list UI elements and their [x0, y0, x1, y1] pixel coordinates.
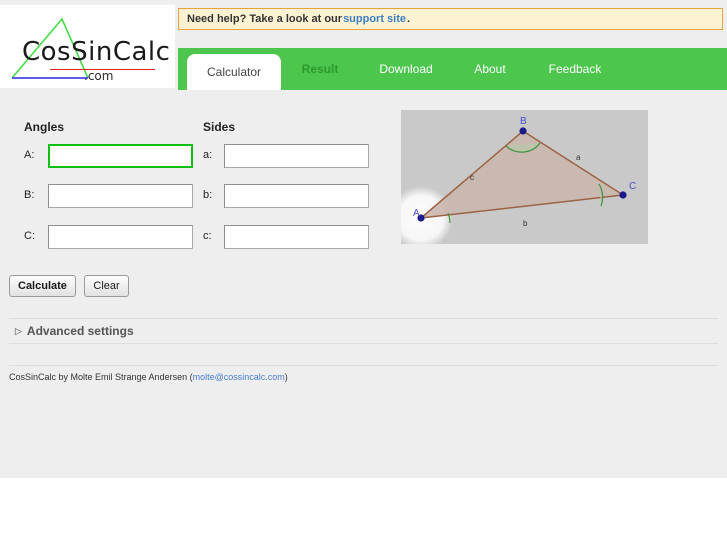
- side-b-label: b:: [203, 189, 213, 201]
- angle-a-input[interactable]: [48, 144, 193, 168]
- footer-credit-suffix: ): [284, 372, 288, 382]
- advanced-settings-label: Advanced settings: [26, 324, 134, 338]
- side-b-label: b: [523, 219, 528, 228]
- vertex-b-label: B: [520, 116, 527, 127]
- clear-button[interactable]: Clear: [84, 275, 129, 297]
- triangle-diagram-svg: A B C a b c: [401, 116, 636, 244]
- chevron-right-icon: ▷: [15, 325, 22, 336]
- angle-c-input[interactable]: [48, 225, 193, 249]
- help-banner-text: Need help? Take a look at our: [187, 13, 343, 25]
- site-logo[interactable]: CosSinCalc .com: [0, 5, 175, 88]
- tab-about[interactable]: About: [455, 48, 525, 90]
- logo-domain-suffix: .com: [84, 69, 114, 83]
- angle-b-label: B:: [24, 189, 35, 201]
- side-a-label: a: [576, 153, 581, 162]
- side-c-input[interactable]: [224, 225, 369, 249]
- support-site-link[interactable]: support site: [343, 13, 406, 25]
- triangle-shape: [418, 130, 626, 220]
- side-c-label: c:: [203, 230, 212, 242]
- footer-credit-text: CosSinCalc by Molte Emil Strange Anderse…: [9, 372, 193, 382]
- calculate-button[interactable]: Calculate: [9, 275, 76, 297]
- tab-bar: Calculator Result Download About Feedbac…: [178, 48, 727, 90]
- triangle-diagram: A B C a b c: [401, 110, 648, 244]
- page-root: CosSinCalc .com Need help? Take a look a…: [0, 0, 727, 545]
- vertex-b-dot[interactable]: [519, 127, 527, 135]
- triangle-input-form: Angles Sides A: B: C: a: b: c:: [0, 100, 400, 265]
- vertex-c-dot[interactable]: [619, 191, 627, 199]
- logo-wordmark: CosSinCalc: [22, 37, 171, 67]
- site-footer: CosSinCalc by Molte Emil Strange Anderse…: [9, 365, 718, 382]
- vertex-a-label: A: [413, 208, 420, 219]
- help-banner: Need help? Take a look at our support si…: [178, 8, 723, 30]
- side-a-input[interactable]: [224, 144, 369, 168]
- angles-heading: Angles: [24, 120, 65, 134]
- help-banner-period: .: [407, 13, 411, 25]
- tab-feedback[interactable]: Feedback: [525, 48, 625, 90]
- author-email-link[interactable]: molte@cossincalc.com: [193, 372, 285, 382]
- angle-b-input[interactable]: [48, 184, 193, 208]
- angle-a-label: A:: [24, 149, 35, 161]
- vertex-c-label: C: [629, 181, 636, 192]
- side-a-label: a:: [203, 149, 213, 161]
- side-c-label: c: [470, 173, 474, 182]
- side-b-input[interactable]: [224, 184, 369, 208]
- tab-result[interactable]: Result: [283, 48, 357, 90]
- advanced-settings-toggle[interactable]: ▷ Advanced settings: [9, 318, 718, 344]
- sides-heading: Sides: [203, 120, 236, 134]
- tab-calculator[interactable]: Calculator: [187, 54, 281, 90]
- angle-c-label: C:: [24, 230, 35, 242]
- tab-download[interactable]: Download: [357, 48, 455, 90]
- form-actions: Calculate Clear: [9, 275, 129, 297]
- site-header: CosSinCalc .com Need help? Take a look a…: [0, 0, 727, 90]
